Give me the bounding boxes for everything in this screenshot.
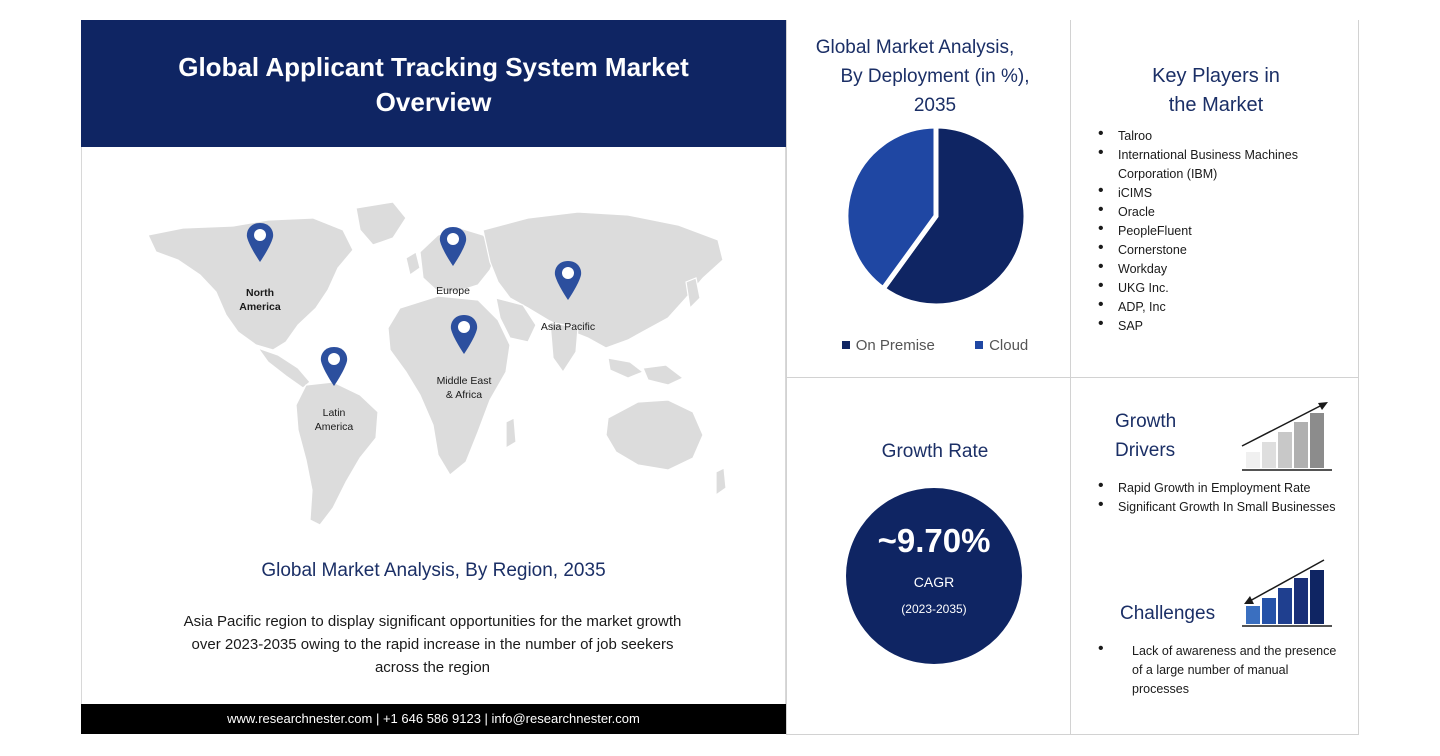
key-players-title-line: the Market xyxy=(1168,94,1264,116)
title-line-1: Global Applicant Tracking System Market xyxy=(178,52,689,82)
grid-divider xyxy=(786,734,1359,735)
list-item: iCIMS xyxy=(1098,181,1353,203)
chart-title-line: By Deployment (in %), xyxy=(840,66,1030,87)
legend-label: Cloud xyxy=(989,337,1029,354)
deployment-pie-chart xyxy=(845,125,1027,307)
chart-title-line: Global Market Analysis, xyxy=(815,37,1015,58)
challenges-list: Lack of awareness and the presence of a … xyxy=(1098,639,1348,699)
list-item: PeopleFluent xyxy=(1098,219,1353,241)
footer-contact: www.researchnester.com | +1 646 586 9123… xyxy=(81,704,786,734)
pin-icon-latin-america[interactable] xyxy=(320,347,348,386)
pin-label-europe: Europe xyxy=(413,284,493,298)
pin-label-line: Latin xyxy=(322,407,346,419)
growth-bars-icon xyxy=(1241,402,1332,471)
pin-label-line: & Africa xyxy=(445,389,483,401)
list-item: Significant Growth In Small Businesses xyxy=(1098,495,1358,517)
pin-label-north-america: North America xyxy=(220,286,300,314)
list-item: ADP, Inc xyxy=(1098,295,1353,317)
cagr-label: CAGR xyxy=(913,574,955,590)
cagr-period: (2023-2035) xyxy=(901,602,967,616)
grid-divider xyxy=(786,377,1359,378)
legend-item-cloud: Cloud xyxy=(975,337,1028,354)
list-item: International Business Machines Corporat… xyxy=(1098,143,1353,184)
cagr-value: ~9.70% xyxy=(877,522,991,559)
cagr-circle: ~9.70% CAGR (2023-2035) xyxy=(846,488,1022,664)
growth-drivers-list: Rapid Growth in Employment Rate Signific… xyxy=(1098,476,1358,517)
world-map: North America Europe Asia Pacific Middle… xyxy=(138,190,733,535)
pin-label-middle-east-africa: Middle East & Africa xyxy=(419,374,509,402)
list-item: Rapid Growth in Employment Rate xyxy=(1098,476,1358,498)
key-players-list: Talroo International Business Machines C… xyxy=(1098,124,1353,336)
decline-bars-icon xyxy=(1242,559,1332,627)
pin-label-line: Asia Pacific xyxy=(540,321,596,333)
list-item: Lack of awareness and the presence of a … xyxy=(1098,639,1348,699)
legend-item-on-premise: On Premise xyxy=(841,337,935,354)
region-analysis-title: Global Market Analysis, By Region, 2035 xyxy=(261,560,606,581)
pin-label-line: North xyxy=(246,287,274,299)
region-analysis-description: Asia Pacific region to display significa… xyxy=(183,613,682,676)
key-players-title: Key Players in the Market xyxy=(1072,62,1360,120)
pie-legend: On Premise Cloud xyxy=(790,337,1080,354)
list-item: Talroo xyxy=(1098,124,1353,146)
legend-swatch xyxy=(841,341,850,350)
list-item: UKG Inc. xyxy=(1098,276,1353,298)
list-item: Cornerstone xyxy=(1098,238,1353,260)
growth-drivers-title-line: Drivers xyxy=(1115,440,1176,461)
pin-label-latin-america: Latin America xyxy=(294,406,374,434)
pin-label-line: Middle East xyxy=(436,375,492,387)
deployment-chart-title: Global Market Analysis, By Deployment (i… xyxy=(790,33,1080,120)
pin-label-line: America xyxy=(314,421,354,433)
list-item: Workday xyxy=(1098,257,1353,279)
page-title: Global Applicant Tracking System Market … xyxy=(81,50,786,120)
world-map-graphic xyxy=(147,201,727,526)
legend-swatch xyxy=(975,341,984,350)
list-item: SAP xyxy=(1098,314,1353,336)
growth-drivers-title: Growth Drivers xyxy=(1115,407,1235,465)
key-players-title-line: Key Players in xyxy=(1152,65,1280,87)
list-item: Oracle xyxy=(1098,200,1353,222)
chart-title-line: 2035 xyxy=(913,95,957,116)
challenges-title: Challenges xyxy=(1120,603,1216,624)
growth-drivers-title-line: Growth xyxy=(1115,411,1177,432)
growth-rate-title: Growth Rate xyxy=(881,441,989,462)
pin-label-line: Europe xyxy=(436,285,470,297)
legend-label: On Premise xyxy=(855,337,935,354)
pin-label-asia-pacific: Asia Pacific xyxy=(523,320,613,334)
title-line-2: Overview xyxy=(375,87,492,117)
pin-label-line: America xyxy=(239,301,281,313)
